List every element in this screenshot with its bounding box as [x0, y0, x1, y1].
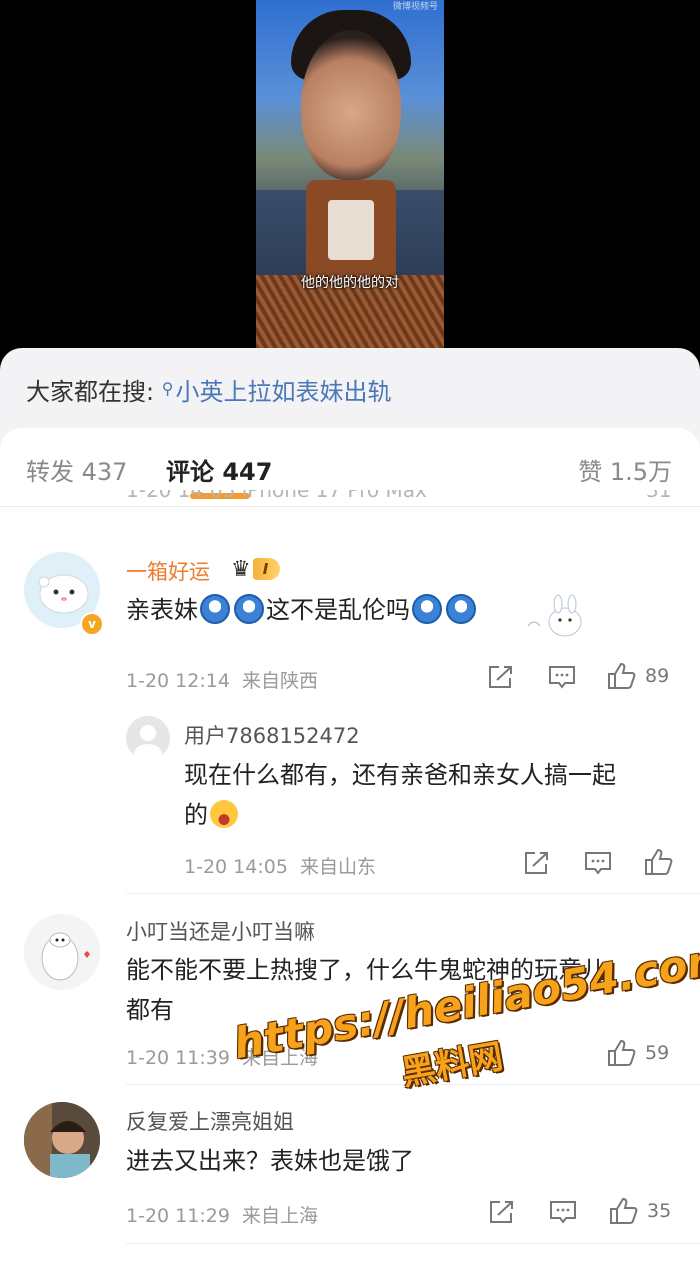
comment-time: 1-20 11:39	[126, 1047, 230, 1069]
comment-meta: 1-20 12:14 来自陕西	[126, 666, 318, 693]
video-watermark: 微博视频号	[392, 2, 438, 12]
reply-text-line: 现在什么都有，还有亲爸和亲女人搞一起	[184, 761, 616, 789]
like-button[interactable]	[644, 848, 674, 876]
photo-avatar-icon	[24, 1102, 100, 1178]
tab-comment[interactable]: 评论 447	[166, 452, 272, 487]
default-avatar-icon	[126, 716, 170, 760]
like-button[interactable]: 35	[609, 1197, 671, 1225]
share-icon	[489, 666, 512, 688]
divider	[126, 893, 700, 894]
baymax-avatar-icon	[24, 914, 100, 990]
reply-button[interactable]	[548, 664, 576, 690]
thumbs-up-icon	[608, 662, 636, 689]
video-player[interactable]: 微博视频号 他的他的他的对	[256, 0, 444, 350]
tab-like[interactable]: 赞 1.5万	[578, 452, 672, 487]
thumbs-up-icon	[610, 1197, 638, 1224]
clipped-previous-comment-meta: 1-20 14:05 iPhone 17 Pro Max 31	[126, 490, 700, 508]
video-subtitle: 他的他的他的对	[301, 275, 399, 291]
crown-icon: ♛	[231, 556, 251, 582]
like-count: 89	[645, 665, 670, 687]
share-button[interactable]	[488, 1199, 516, 1225]
share-icon	[525, 852, 548, 874]
like-button[interactable]: 89	[607, 662, 669, 690]
avatar[interactable]	[126, 716, 170, 760]
tab-repost[interactable]: 转发 437	[26, 452, 127, 487]
comment-text: 亲表妹 这不是乱伦吗	[126, 590, 478, 630]
comment-text-part: 这不是乱伦吗	[266, 596, 410, 624]
comment-location: 来自陕西	[241, 670, 318, 692]
comment-username[interactable]: 小叮当还是小叮当嘛	[126, 916, 315, 946]
comment-icon	[550, 1201, 576, 1224]
reply-time: 1-20 14:05	[184, 856, 288, 878]
comment-text-line: 都有	[126, 996, 174, 1024]
search-suggestion-term: 小英上拉如表妹出轨	[175, 378, 392, 406]
bunny-sticker-icon	[527, 594, 582, 637]
vip-badge: ♛ I	[231, 556, 281, 582]
avatar[interactable]	[24, 914, 100, 990]
comment-text-line: 进去又出来？表妹也是饿了	[126, 1147, 414, 1175]
verified-badge: v	[80, 612, 104, 636]
video-frame-inner	[328, 200, 374, 260]
comment-time: 1-20 11:29	[126, 1205, 230, 1227]
reply-text-part: 的	[184, 801, 208, 829]
divider	[126, 1243, 700, 1244]
search-suggestion-label: 大家都在搜:	[26, 378, 155, 406]
reply-button[interactable]	[549, 1199, 577, 1225]
reply-text-line: 的	[184, 795, 238, 835]
share-icon	[490, 1201, 513, 1223]
clipped-meta-text: 1-20 14:05 iPhone 17 Pro Max	[126, 490, 427, 502]
search-icon: ⚲	[161, 379, 174, 398]
reply-meta: 1-20 14:05 来自山东	[184, 852, 376, 879]
search-suggestion-row: 大家都在搜: ⚲小英上拉如表妹出轨	[26, 372, 391, 407]
doraemon-emoji-icon	[200, 594, 230, 624]
laugh-emoji-icon	[210, 800, 238, 828]
reply-username[interactable]: 用户7868152472	[184, 720, 360, 750]
comment-icon	[585, 852, 611, 875]
doraemon-emoji-icon	[234, 594, 264, 624]
share-button[interactable]	[523, 850, 551, 876]
doraemon-emoji-icon	[446, 594, 476, 624]
thumbs-up-icon	[645, 848, 673, 875]
comment-location: 来自上海	[241, 1205, 318, 1227]
reply-button[interactable]	[584, 850, 612, 876]
reply-location: 来自山东	[299, 856, 376, 878]
comment-icon	[549, 666, 575, 689]
doraemon-emoji-icon	[412, 594, 442, 624]
share-button[interactable]	[487, 664, 515, 690]
like-count: 35	[647, 1200, 672, 1222]
comment-text-part: 亲表妹	[126, 596, 198, 624]
search-suggestion-link[interactable]: ⚲小英上拉如表妹出轨	[162, 378, 392, 406]
vip-level: I	[252, 558, 281, 580]
comment-time: 1-20 12:14	[126, 670, 230, 692]
clipped-likes: 31	[646, 490, 672, 502]
video-frame-face	[301, 30, 401, 180]
comment-meta: 1-20 11:29 来自上海	[126, 1201, 318, 1228]
comment-username[interactable]: 一箱好运	[126, 556, 210, 586]
avatar[interactable]	[24, 1102, 100, 1178]
